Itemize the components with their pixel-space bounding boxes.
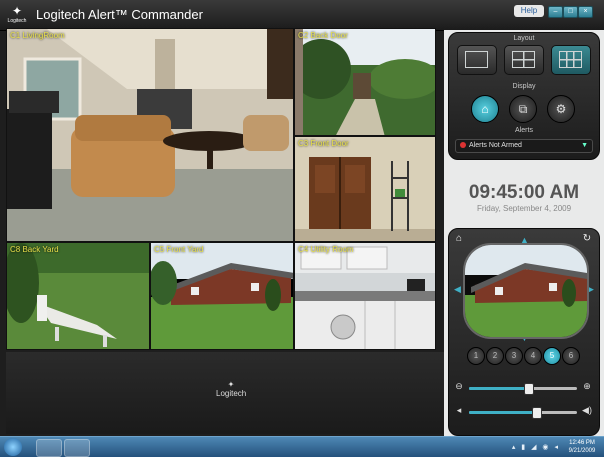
taskbar: ▴ ▮ ◢ ◉ ◂ 12:46 PM 9/21/2009 xyxy=(0,436,604,457)
preset-button-4[interactable]: 4 xyxy=(524,347,542,365)
camera-view-back-door[interactable]: C2 Back Door xyxy=(294,28,436,136)
chevron-down-icon: ▼ xyxy=(581,142,588,149)
alerts-value: Alerts Not Armed xyxy=(469,142,522,149)
front-yard-image xyxy=(151,243,293,349)
zoom-slider[interactable]: ⊖ ⊕ xyxy=(453,381,595,395)
volume-slider[interactable]: ◂ ◀) xyxy=(453,405,595,419)
camera-label: C4 Utility Room xyxy=(298,245,354,254)
preset-button-6[interactable]: 6 xyxy=(562,347,580,365)
tray-icons[interactable]: ▴ ▮ ◢ ◉ ◂ xyxy=(512,443,560,451)
back-door-image xyxy=(295,29,435,135)
volume-track[interactable] xyxy=(469,407,577,419)
preset-button-2[interactable]: 2 xyxy=(486,347,504,365)
pan-left-arrow-icon[interactable]: ◀ xyxy=(454,284,461,295)
tray-time: 12:46 PM xyxy=(569,440,595,446)
tray-date: 9/21/2009 xyxy=(568,448,596,454)
layout-display-card: Layout Display ⌂ ⧉ ⚙ Alerts Alerts Not A… xyxy=(448,32,600,160)
utility-room-image xyxy=(295,243,435,349)
preset-button-5[interactable]: 5 xyxy=(543,347,561,365)
playback-icon: ⧉ xyxy=(518,102,528,116)
control-panel: Layout Display ⌂ ⧉ ⚙ Alerts Alerts Not A… xyxy=(444,30,604,436)
settings-display-button[interactable]: ⚙ xyxy=(547,95,575,123)
camera-icon: ⌂ xyxy=(481,102,489,116)
six-view-icon xyxy=(559,51,582,68)
alert-status-icon xyxy=(460,142,466,149)
camera-view-back-yard[interactable]: C8 Back Yard xyxy=(6,242,150,350)
title-bar: ✦ Logitech Logitech Alert™ Commander Help… xyxy=(0,0,604,31)
clock-time: 09:45:00 AM xyxy=(468,182,580,203)
display-title: Display xyxy=(512,83,536,90)
layout-single-button[interactable] xyxy=(457,45,497,75)
camera-view-living-room[interactable]: C1 LivingRoom xyxy=(6,28,294,242)
playback-display-button[interactable]: ⧉ xyxy=(509,95,537,123)
camera-display-button[interactable]: ⌂ xyxy=(471,95,499,123)
camera-grid: C1 LivingRoom C2 Back Door C3 Front Door… xyxy=(6,28,436,350)
front-door-image xyxy=(295,137,435,241)
layout-six-button[interactable] xyxy=(551,45,591,75)
taskbar-app-icon[interactable] xyxy=(64,439,90,457)
layout-quad-button[interactable] xyxy=(504,45,544,75)
app-title: Logitech Alert™ Commander xyxy=(36,7,203,22)
camera-label: C5 Front Yard xyxy=(154,245,204,254)
home-icon[interactable]: ⌂ xyxy=(453,233,465,245)
volume-knob[interactable] xyxy=(531,407,542,419)
ptz-card: ⌂ ↻ ▲ ▼ ◀ ▶ 1 2 3 4 5 6 ⊖ xyxy=(448,228,600,436)
zoom-knob[interactable] xyxy=(524,383,535,395)
close-icon[interactable]: × xyxy=(578,6,593,18)
camera-label: C8 Back Yard xyxy=(10,245,59,254)
back-yard-image xyxy=(7,243,149,349)
logitech-logo-icon: ✦ Logitech xyxy=(7,4,27,24)
layout-title: Layout xyxy=(513,35,535,42)
clock-date: Friday, September 4, 2009 xyxy=(476,204,572,213)
help-button[interactable]: Help xyxy=(514,5,544,17)
gear-icon: ⚙ xyxy=(555,102,567,116)
taskbar-folder-icon[interactable] xyxy=(36,439,62,457)
camera-view-front-yard[interactable]: C5 Front Yard xyxy=(150,242,294,350)
lower-area: ✦ Logitech xyxy=(6,352,444,434)
minimize-icon[interactable]: – xyxy=(548,6,563,18)
quad-view-icon xyxy=(512,51,535,68)
zoom-in-icon[interactable]: ⊕ xyxy=(581,381,593,392)
ptz-preview-image xyxy=(465,245,587,337)
camera-view-utility-room[interactable]: C4 Utility Room xyxy=(294,242,436,350)
ptz-preview[interactable] xyxy=(463,243,589,339)
alerts-title: Alerts xyxy=(515,127,533,134)
volume-low-icon[interactable]: ◂ xyxy=(453,405,465,416)
camera-label: C2 Back Door xyxy=(298,31,348,40)
zoom-fill xyxy=(469,387,529,390)
camera-label: C1 LivingRoom xyxy=(10,31,65,40)
zoom-track[interactable] xyxy=(469,383,577,395)
living-room-image xyxy=(7,29,293,241)
alerts-dropdown[interactable]: Alerts Not Armed ▼ xyxy=(455,139,593,153)
camera-label: C3 Front Door xyxy=(298,139,349,148)
single-view-icon xyxy=(465,51,488,68)
tray-clock[interactable]: 12:46 PM 9/21/2009 xyxy=(564,439,600,455)
restore-icon[interactable]: □ xyxy=(563,6,578,18)
preset-button-3[interactable]: 3 xyxy=(505,347,523,365)
refresh-icon[interactable]: ↻ xyxy=(581,233,593,245)
volume-fill xyxy=(469,411,536,414)
start-button-icon[interactable] xyxy=(4,438,22,456)
logitech-logo-icon: ✦ Logitech xyxy=(216,380,247,398)
camera-view-front-door[interactable]: C3 Front Door xyxy=(294,136,436,242)
zoom-out-icon[interactable]: ⊖ xyxy=(453,381,465,392)
preset-button-1[interactable]: 1 xyxy=(467,347,485,365)
volume-high-icon[interactable]: ◀) xyxy=(581,405,593,416)
